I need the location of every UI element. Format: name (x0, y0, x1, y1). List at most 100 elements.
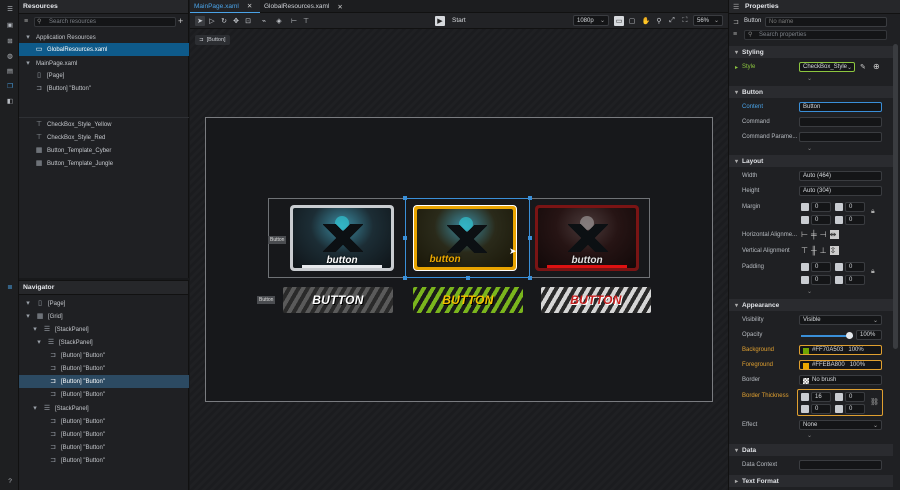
card-button-yellow[interactable]: button (413, 205, 517, 271)
tree-item-globalresources[interactable]: ▭ GlobalResources.xaml (19, 43, 189, 56)
padding-top-input[interactable]: 0 (845, 262, 865, 272)
tree-item-page[interactable]: ▯ [Page] (19, 69, 189, 82)
handle[interactable] (403, 236, 407, 240)
align-bottom-icon[interactable]: ⊥ (820, 246, 830, 255)
tree-item-checkbox-yellow[interactable]: ⊤ CheckBox_Style_Yellow (19, 118, 189, 131)
margin-top-input[interactable]: 0 (845, 202, 865, 212)
zoom-select[interactable]: 56% ⌄ (693, 15, 723, 26)
nav-item-button[interactable]: ⊐ [Button] "Button" (19, 415, 189, 428)
zebra-button-red[interactable]: BUTTON (541, 287, 651, 313)
background-swatch[interactable] (803, 348, 809, 354)
close-icon[interactable]: ✕ (337, 3, 342, 11)
add-icon[interactable]: ⊞ (5, 36, 15, 46)
effect-select[interactable]: None ⌄ (799, 420, 882, 430)
move-icon[interactable]: ✥ (231, 16, 241, 26)
handle[interactable] (403, 276, 407, 280)
height-input[interactable]: Auto (304) (799, 186, 882, 196)
expand-icon[interactable]: ⌄ (807, 432, 812, 439)
filter-icon[interactable]: ≡ (24, 18, 28, 25)
hand-icon[interactable]: ✋ (641, 16, 651, 26)
direct-select-icon[interactable]: ▷ (207, 16, 217, 26)
halign-buttons[interactable]: ⊢╪⊣⇹ (801, 230, 840, 239)
opacity-slider-handle[interactable] (846, 332, 853, 339)
menu-icon[interactable]: ☰ (5, 4, 15, 14)
resources-search-input[interactable]: Search resources (34, 17, 176, 27)
padding-bottom-input[interactable]: 0 (845, 275, 865, 285)
nav-item-button[interactable]: ⊐ [Button] "Button" (19, 349, 189, 362)
valign-buttons[interactable]: ⊤╫⊥⇳ (801, 246, 840, 255)
border-input[interactable]: No brush (799, 375, 882, 385)
nav-item-stackpanel-3[interactable]: ▾ ☰ [StackPanel] (19, 402, 189, 415)
nav-item-stackpanel-1[interactable]: ▾ ☰ [StackPanel] (19, 323, 189, 336)
foreground-swatch[interactable] (803, 363, 809, 369)
media-icon[interactable]: ▤ (5, 66, 15, 76)
card-button-red[interactable]: button (535, 205, 639, 271)
section-appearance[interactable]: ▾ Appearance (729, 299, 893, 311)
nav-item-stackpanel-2[interactable]: ▾ ☰ [StackPanel] (19, 336, 189, 349)
section-styling[interactable]: ▾ Styling (729, 46, 893, 58)
nav-item-button[interactable]: ⊐ [Button] "Button" (19, 441, 189, 454)
play-icon[interactable]: ▶ (435, 16, 445, 26)
breadcrumb[interactable]: ⊐ [Button] (195, 35, 230, 45)
align-vstretch-icon[interactable]: ⇳ (829, 246, 840, 255)
navigator-icon[interactable]: ≣ (5, 282, 15, 292)
align-top-icon[interactable]: ⊤ (301, 16, 311, 26)
artboard[interactable]: Button button button ➤ button Button BUT… (205, 117, 713, 402)
nav-item-grid[interactable]: ▾ ▦ [Grid] (19, 310, 189, 323)
align-left-icon[interactable]: ⊢ (801, 230, 811, 239)
nav-item-button[interactable]: ⊐ [Button] "Button" (19, 362, 189, 375)
lock-icon[interactable]: 🔒︎ (871, 268, 875, 276)
pages-icon[interactable]: ▣ (5, 20, 15, 30)
padding-left-input[interactable]: 0 (811, 262, 831, 272)
name-input[interactable]: No name (765, 17, 887, 27)
expand-icon[interactable]: ⌄ (807, 145, 812, 152)
handle[interactable] (528, 196, 532, 200)
start-label[interactable]: Start (452, 17, 466, 24)
background-input[interactable]: #FF70A503 100% (799, 345, 882, 355)
brush-icon[interactable]: ⌁ (259, 16, 269, 26)
thickness-top-input[interactable]: 0 (845, 392, 865, 402)
resize-icon[interactable]: ⊡ (243, 16, 253, 26)
section-text-format[interactable]: ▸ Text Format (729, 475, 893, 487)
section-layout[interactable]: ▾ Layout (729, 155, 893, 167)
palette-icon[interactable]: ◍ (5, 51, 15, 61)
styles-icon[interactable]: ◧ (5, 96, 15, 106)
screen-icon[interactable]: ▢ (627, 16, 637, 26)
select-tool-icon[interactable]: ➤ (195, 16, 205, 26)
content-input[interactable]: Button (799, 102, 882, 112)
command-parameter-input[interactable] (799, 132, 882, 142)
expand-icon[interactable]: ⌄ (807, 75, 812, 82)
margin-right-input[interactable]: 0 (811, 215, 831, 225)
align-top-icon[interactable]: ⊤ (801, 246, 811, 255)
style-select[interactable]: CheckBox_Style ⌄ (799, 62, 855, 72)
zoom-icon[interactable]: ⚲ (654, 16, 664, 26)
nav-item-button[interactable]: ⊐ [Button] "Button" (19, 428, 189, 441)
filter-icon[interactable]: ≡ (733, 31, 737, 38)
nav-item-page[interactable]: ▾ ▯ [Page] (19, 297, 189, 310)
handle[interactable] (528, 276, 532, 280)
align-middle-icon[interactable]: ╫ (811, 246, 820, 255)
section-button[interactable]: ▾ Button (729, 86, 893, 98)
handle[interactable] (403, 196, 407, 200)
expand-icon[interactable]: ⌄ (807, 288, 812, 295)
fit-icon[interactable]: ⤢ (667, 16, 677, 26)
handle[interactable] (528, 236, 532, 240)
edit-icon[interactable]: ✎ (860, 63, 866, 71)
close-icon[interactable]: ✕ (247, 2, 252, 10)
tab-globalresources[interactable]: GlobalResources.xaml ✕ (260, 0, 343, 13)
tree-item-button[interactable]: ⊐ [Button] "Button" (19, 82, 189, 95)
margin-left-input[interactable]: 0 (811, 202, 831, 212)
thickness-right-input[interactable]: 0 (811, 404, 831, 414)
help-icon[interactable]: ? (5, 476, 15, 486)
properties-search-input[interactable]: Search properties (744, 30, 887, 40)
nav-item-button-selected[interactable]: ⊐ [Button] "Button" (19, 375, 189, 388)
thickness-bottom-input[interactable]: 0 (845, 404, 865, 414)
tab-mainpage[interactable]: MainPage.xaml ✕ (190, 0, 260, 13)
align-left-icon[interactable]: ⊢ (289, 16, 299, 26)
width-input[interactable]: Auto (464) (799, 171, 882, 181)
rotate-icon[interactable]: ↻ (219, 16, 229, 26)
resolution-select[interactable]: 1080p ⌄ (573, 15, 609, 26)
add-icon[interactable]: ⊕ (873, 62, 880, 71)
opacity-input[interactable]: 100% (856, 330, 882, 340)
card-button-cyber[interactable]: button (290, 205, 394, 271)
